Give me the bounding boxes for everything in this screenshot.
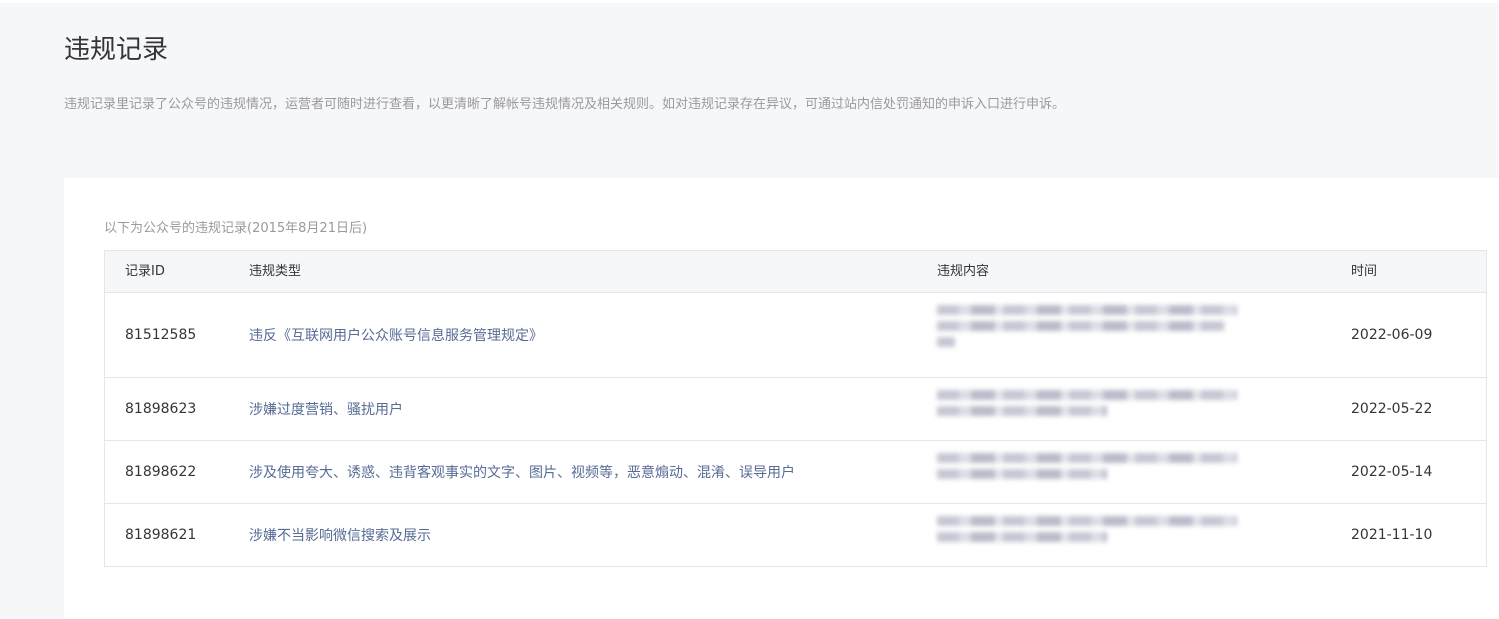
violation-content-blurred — [937, 504, 1237, 566]
blurred-line — [937, 337, 955, 347]
violation-type-link[interactable]: 涉及使用夸大、诱惑、违背客观事实的文字、图片、视频等，恶意煽动、混淆、误导用户 — [249, 441, 795, 503]
page-title: 违规记录 — [64, 35, 169, 65]
violation-content-blurred — [937, 293, 1237, 377]
blurred-line — [937, 305, 1237, 315]
record-time: 2021-11-10 — [1351, 527, 1433, 543]
record-id: 81898622 — [125, 464, 197, 480]
header-violation-content: 违规内容 — [937, 264, 990, 279]
blurred-text — [937, 305, 1237, 353]
record-time: 2022-05-22 — [1351, 401, 1433, 417]
records-card: 以下为公众号的违规记录(2015年8月21日后) 记录ID 违规类型 违规内容 … — [64, 178, 1499, 619]
record-id: 81512585 — [125, 327, 197, 343]
violation-type-link[interactable]: 涉嫌不当影响微信搜索及展示 — [249, 504, 431, 566]
table-row: 81898621 涉嫌不当影响微信搜索及展示 2021-11-10 — [105, 504, 1486, 566]
blurred-text — [937, 453, 1237, 485]
table-caption: 以下为公众号的违规记录(2015年8月21日后) — [104, 221, 368, 236]
violation-type-link[interactable]: 违反《互联网用户公众账号信息服务管理规定》 — [249, 293, 543, 377]
record-id: 81898623 — [125, 401, 197, 417]
header-violation-type: 违规类型 — [249, 264, 302, 279]
violation-records-page: 违规记录 违规记录里记录了公众号的违规情况，运营者可随时进行查看，以更清晰了解帐… — [0, 0, 1499, 619]
blurred-text — [937, 390, 1237, 422]
table-header: 记录ID 违规类型 违规内容 时间 — [105, 251, 1486, 293]
header-time: 时间 — [1351, 264, 1378, 279]
records-table: 记录ID 违规类型 违规内容 时间 81512585 违反《互联网用户公众账号信… — [104, 250, 1487, 567]
blurred-text — [937, 516, 1237, 548]
page-description: 违规记录里记录了公众号的违规情况，运营者可随时进行查看，以更清晰了解帐号违规情况… — [64, 97, 1066, 112]
blurred-line — [937, 516, 1237, 526]
record-id: 81898621 — [125, 527, 197, 543]
header-record-id: 记录ID — [125, 264, 165, 279]
table-row: 81512585 违反《互联网用户公众账号信息服务管理规定》 2022-06-0… — [105, 293, 1486, 378]
blurred-line — [937, 390, 1237, 400]
top-strip — [0, 0, 1499, 3]
blurred-line — [937, 469, 1107, 479]
violation-type-link[interactable]: 涉嫌过度营销、骚扰用户 — [249, 378, 403, 440]
violation-content-blurred — [937, 378, 1237, 440]
blurred-line — [937, 532, 1107, 542]
record-time: 2022-05-14 — [1351, 464, 1433, 480]
blurred-line — [937, 453, 1237, 463]
table-row: 81898623 涉嫌过度营销、骚扰用户 2022-05-22 — [105, 378, 1486, 441]
blurred-line — [937, 406, 1107, 416]
blurred-line — [937, 321, 1225, 331]
table-row: 81898622 涉及使用夸大、诱惑、违背客观事实的文字、图片、视频等，恶意煽动… — [105, 441, 1486, 504]
record-time: 2022-06-09 — [1351, 327, 1433, 343]
violation-content-blurred — [937, 441, 1237, 503]
